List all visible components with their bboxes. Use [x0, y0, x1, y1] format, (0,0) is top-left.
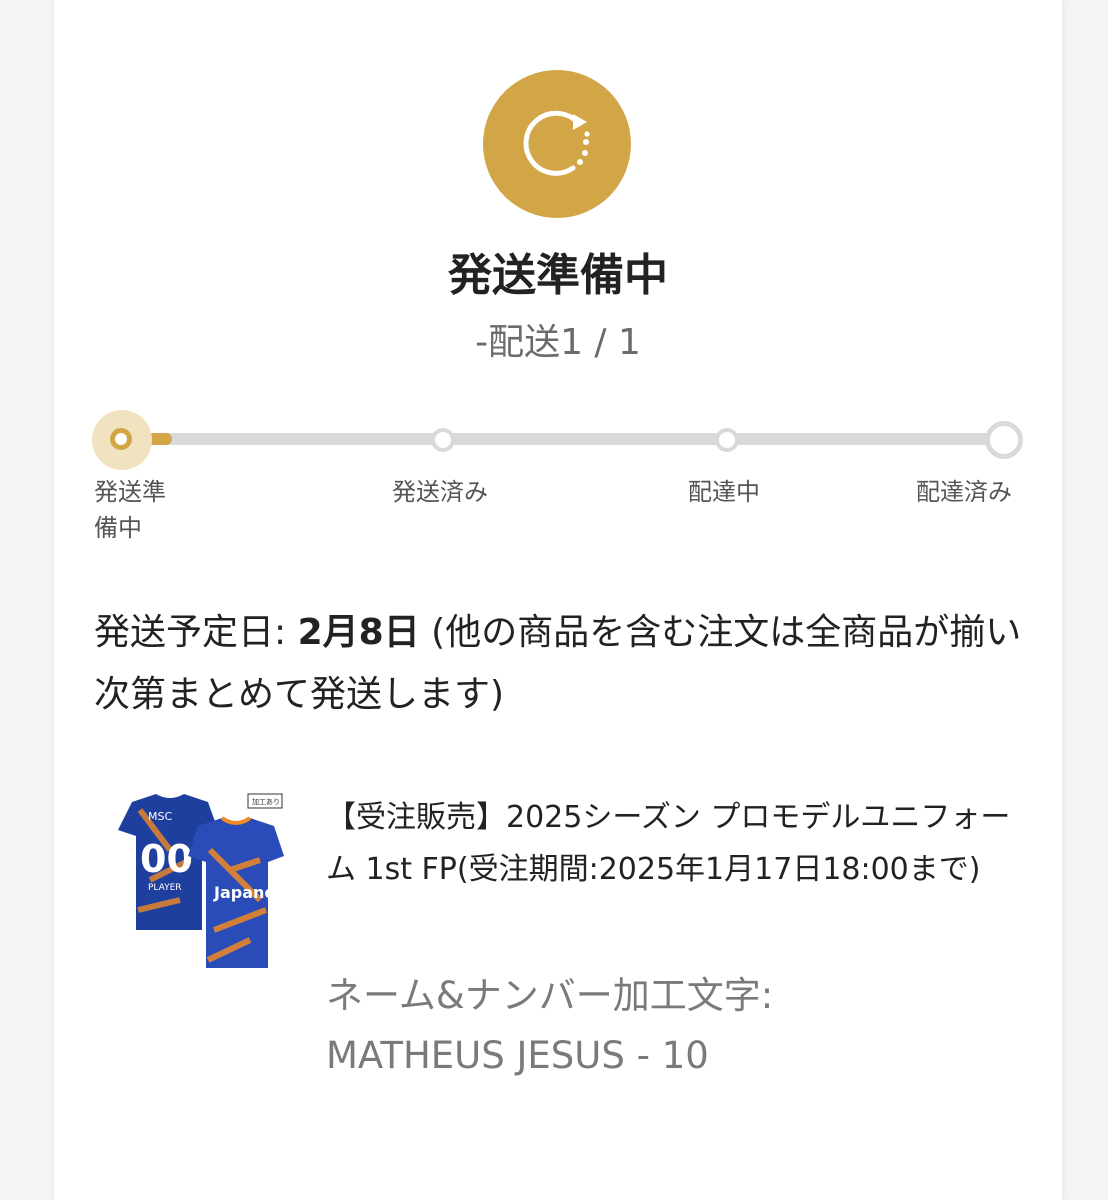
progress-track [120, 433, 1004, 445]
step-label-delivered: 配達済み [916, 478, 1012, 506]
step-label-shipped: 発送済み [392, 478, 488, 506]
option-value: MATHEUS JESUS - 10 [326, 1034, 709, 1077]
jersey-sponsor-text: Japanet [213, 883, 283, 902]
status-icon-circle [483, 70, 631, 218]
delivery-count: -配送1 / 1 [475, 322, 641, 363]
refresh-icon [523, 110, 590, 176]
product-image[interactable]: MSC 00 PLAYER Japanet 加工あり [110, 790, 286, 974]
step-label-preparing: 発送準備中 [94, 478, 166, 542]
jersey-number-text: 00 [140, 837, 193, 881]
jersey-front-image: Japanet [188, 816, 284, 968]
ship-date: 発送予定日: 2月8日 (他の商品を含む注文は全商品が揃い次第まとめて発送します… [94, 602, 1024, 726]
step-dot-delivered [985, 421, 1023, 459]
status-title: 発送準備中 [448, 250, 668, 301]
jersey-back-image: MSC 00 PLAYER [118, 794, 218, 930]
step-dot-preparing [110, 428, 132, 450]
order-status-card: 発送準備中 -配送1 / 1 発送準備中 発送済み 配達中 配達済み 発送予定日… [54, 0, 1062, 1200]
product-name[interactable]: 【受注販売】2025シーズン プロモデルユニフォーム 1st FP(受注期間:2… [326, 792, 1026, 896]
step-dot-in-transit [715, 428, 739, 452]
jersey-club-text: MSC [148, 810, 172, 823]
ship-date-label: 発送予定日: [94, 612, 287, 653]
customization-tag-text: 加工あり [252, 797, 280, 806]
step-dot-shipped [431, 428, 455, 452]
jersey-player-text: PLAYER [148, 883, 182, 893]
option-label: ネーム&ナンバー加工文字: [326, 974, 774, 1017]
step-label-in-transit: 配達中 [688, 478, 760, 506]
ship-date-value: 2月8日 [297, 612, 420, 653]
